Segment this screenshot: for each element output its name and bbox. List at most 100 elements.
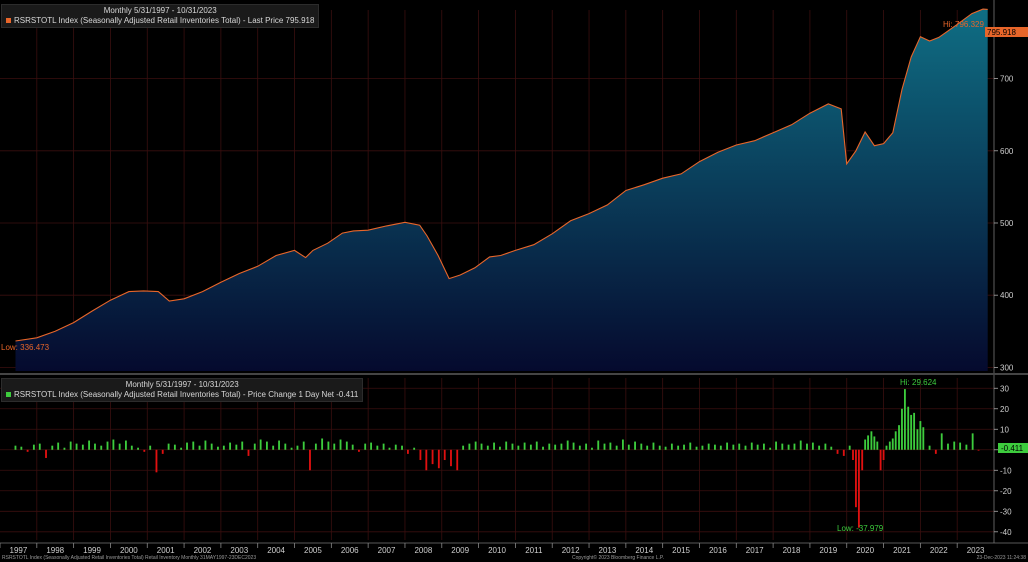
- x-tick-label: 2010: [488, 546, 506, 555]
- change-bar: [358, 449, 360, 452]
- change-bar: [879, 449, 882, 471]
- change-bar: [806, 443, 808, 450]
- change-bar: [431, 449, 434, 465]
- change-bar: [762, 443, 765, 450]
- bottom-y-tick-label: -20: [1000, 487, 1012, 496]
- change-bar: [597, 440, 600, 450]
- change-bar: [535, 441, 538, 450]
- bottom-panel-y-axis: 3020100-10-20-30-40: [993, 375, 1012, 543]
- change-bar: [953, 441, 956, 450]
- top-legend[interactable]: Monthly 5/31/1997 - 10/31/2023 RSRSTOTL …: [1, 4, 320, 28]
- change-bar: [888, 441, 891, 450]
- x-tick-label: 2022: [930, 546, 948, 555]
- x-tick-label: 2012: [562, 546, 580, 555]
- change-bar: [88, 440, 91, 450]
- change-bar: [333, 443, 336, 450]
- bottom-y-tick-label: -10: [1000, 466, 1012, 475]
- x-tick-label: 2006: [341, 546, 359, 555]
- top-high-label: Hi: 796.329: [943, 20, 984, 29]
- change-bar: [45, 449, 47, 458]
- change-bar: [882, 449, 885, 461]
- change-bar: [143, 449, 146, 452]
- change-bar: [314, 443, 317, 450]
- change-bar: [425, 449, 428, 471]
- change-bar: [419, 449, 422, 461]
- change-bar: [965, 444, 968, 450]
- x-tick-label: 2001: [157, 546, 175, 555]
- change-bar: [603, 443, 606, 450]
- change-bar: [799, 440, 802, 450]
- change-bar: [450, 449, 452, 467]
- change-bar: [934, 449, 937, 454]
- change-bar: [20, 446, 23, 450]
- change-bar: [81, 444, 84, 450]
- change-bar: [585, 443, 588, 450]
- change-bar: [259, 439, 262, 450]
- bottom-high-label: Hi: 29.624: [900, 378, 937, 387]
- change-bar: [278, 440, 280, 450]
- top-low-label: Low: 336.473: [1, 343, 50, 352]
- x-tick-label: 2009: [451, 546, 469, 555]
- change-bar: [51, 445, 54, 450]
- last-price-tag: 795.918: [987, 28, 1016, 37]
- change-bar: [609, 442, 612, 450]
- x-tick-label: 2008: [414, 546, 432, 555]
- x-tick-label: 2005: [304, 546, 322, 555]
- change-bar: [364, 443, 367, 450]
- change-bar: [787, 444, 790, 450]
- last-change-tag: -0.411: [1001, 444, 1024, 453]
- change-bar: [523, 442, 526, 450]
- change-bar: [894, 431, 897, 450]
- change-bar: [217, 446, 219, 450]
- change-bar: [864, 439, 867, 450]
- change-bar: [370, 442, 373, 450]
- change-bar: [857, 449, 860, 528]
- bottom-legend-period: Monthly 5/31/1997 - 10/31/2023: [125, 380, 239, 389]
- change-bar: [836, 449, 839, 454]
- x-tick-label: 2020: [856, 546, 874, 555]
- change-bar: [861, 449, 864, 471]
- change-bar: [824, 443, 827, 450]
- change-bar: [222, 445, 225, 450]
- change-bar: [296, 445, 299, 450]
- bloomberg-chart: 300400500600700 3020100-10-20-30-40 1997…: [0, 0, 1028, 555]
- change-bar: [738, 443, 741, 450]
- change-bar: [486, 445, 489, 450]
- change-bar: [658, 445, 661, 450]
- change-bar: [241, 441, 244, 450]
- change-bar: [578, 445, 581, 450]
- change-bar: [670, 443, 673, 450]
- orange-swatch-icon: [6, 18, 11, 23]
- change-bar: [529, 444, 532, 450]
- change-bar: [707, 443, 710, 450]
- change-bar: [106, 441, 109, 450]
- green-swatch-icon: [6, 392, 11, 397]
- change-bar: [493, 442, 495, 450]
- price-change-bars: [14, 389, 980, 528]
- change-bar: [842, 449, 845, 456]
- change-bar: [876, 441, 879, 450]
- change-bar: [677, 445, 680, 450]
- change-bar: [456, 449, 459, 471]
- change-bar: [382, 443, 385, 450]
- change-bar: [977, 449, 980, 451]
- x-tick-label: 2004: [267, 546, 285, 555]
- change-bar: [180, 447, 183, 450]
- top-y-tick-label: 600: [1000, 147, 1014, 156]
- change-bar: [640, 443, 643, 450]
- change-bar: [873, 436, 876, 450]
- change-bar: [683, 444, 685, 450]
- change-bar: [265, 441, 268, 450]
- change-bar: [793, 443, 796, 450]
- bottom-legend[interactable]: Monthly 5/31/1997 - 10/31/2023 RSRSTOTL …: [1, 378, 364, 402]
- change-bar: [940, 433, 943, 450]
- x-axis-years: 1997 1998 1999 2000 2001 2002 2003 2004 2005 2006…: [0, 542, 1028, 555]
- change-bar: [468, 443, 471, 450]
- bottom-low-label: Low: -37.979: [837, 524, 884, 533]
- change-bar: [542, 446, 544, 450]
- change-bar: [339, 439, 342, 450]
- change-bar: [155, 449, 158, 473]
- change-bar: [664, 446, 667, 450]
- change-bar: [499, 446, 501, 450]
- x-tick-label: 1998: [46, 546, 64, 555]
